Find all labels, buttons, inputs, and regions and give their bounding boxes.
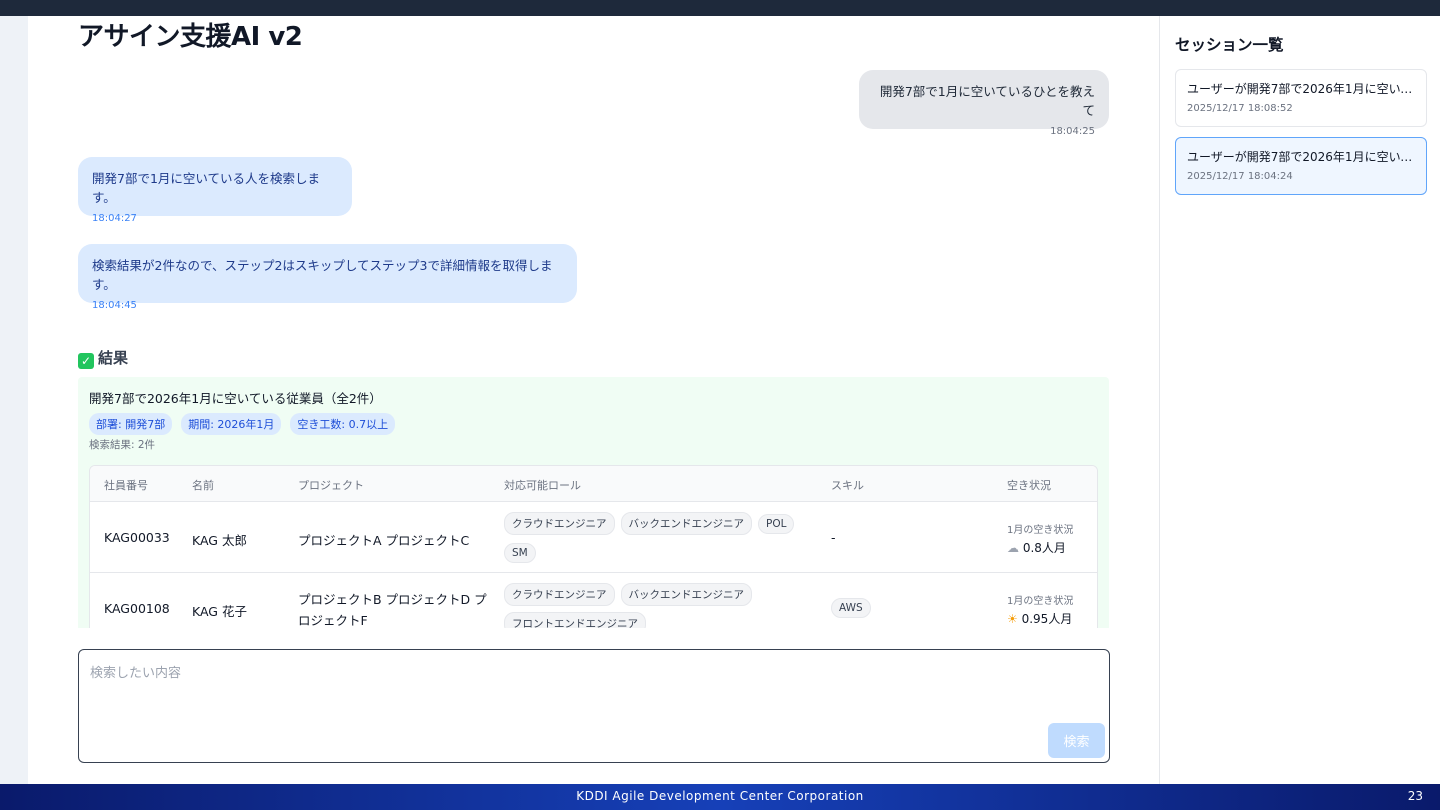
sun-icon: ☀ <box>1007 612 1018 626</box>
check-mark-icon: ✓ <box>78 353 94 369</box>
table-row: KAG00108 KAG 花子 プロジェクトB プロジェクトD プロジェクトF … <box>90 573 1097 628</box>
employee-skills: - <box>831 530 836 545</box>
skill-chip: AWS <box>831 598 871 618</box>
employee-name: KAG 花子 <box>192 604 247 619</box>
message-text: 検索結果が2件なので、ステップ2はスキップしてステップ3で詳細情報を取得します。 <box>92 258 553 292</box>
page-title: アサイン支援AI v2 <box>78 22 303 52</box>
session-date: 2025/12/17 18:04:24 <box>1187 171 1293 182</box>
result-heading: ✓ 結果 <box>78 347 128 369</box>
user-message: 開発7部で1月に空いているひとを教えて 18:04:25 <box>859 70 1109 137</box>
employee-id: KAG00108 <box>104 601 170 616</box>
skill-chip-wrap: AWS <box>831 598 877 624</box>
column-header: スキル <box>831 479 864 492</box>
result-table: 社員番号 名前 プロジェクト 対応可能ロール スキル 空き状況 KAG00033… <box>89 465 1098 628</box>
chat-area[interactable]: アサイン支援AI v2 開発7部で1月に空いているひとを教えて 18:04:25… <box>28 16 1159 628</box>
search-input-box: 検索 <box>78 649 1110 763</box>
result-card: 開発7部で2026年1月に空いている従業員（全2件） 部署: 開発7部 期間: … <box>78 377 1109 628</box>
cloud-icon: ☁ <box>1007 541 1019 555</box>
filter-tag: 期間: 2026年1月 <box>181 413 282 435</box>
main-panel: アサイン支援AI v2 開発7部で1月に空いているひとを教えて 18:04:25… <box>28 16 1159 784</box>
session-title: ユーザーが開発7部で2026年1月に空いているひとを教えて <box>1187 150 1415 164</box>
column-header: 空き状況 <box>1007 479 1051 492</box>
role-chip: SM <box>504 543 536 563</box>
role-chip: バックエンドエンジニア <box>620 583 752 606</box>
session-sidebar: セッション一覧 ユーザーが開発7部で2026年1月に空いているひとを教えて 20… <box>1159 16 1440 784</box>
page-number: 23 <box>1407 789 1423 803</box>
availability-value-line: ☀ 0.95人月 <box>1007 610 1073 627</box>
filter-tag: 空き工数: 0.7以上 <box>290 413 396 435</box>
session-item[interactable]: ユーザーが開発7部で2026年1月に空いているひとを教えて 2025/12/17… <box>1175 69 1427 127</box>
employee-name: KAG 太郎 <box>192 533 247 548</box>
role-chip: フロントエンドエンジニア <box>504 612 646 628</box>
message-time: 18:04:45 <box>92 300 137 311</box>
table-row: KAG00033 KAG 太郎 プロジェクトA プロジェクトC クラウドエンジニ… <box>90 502 1097 573</box>
search-input[interactable] <box>79 650 1109 762</box>
slide-footer: KDDI Agile Development Center Corporatio… <box>0 784 1440 810</box>
availability-value: 0.8人月 <box>1022 541 1066 555</box>
result-count: 検索結果: 2件 <box>89 439 156 451</box>
availability-value-line: ☁ 0.8人月 <box>1007 539 1073 556</box>
filter-tags: 部署: 開発7部 期間: 2026年1月 空き工数: 0.7以上 <box>89 413 396 435</box>
column-header: 対応可能ロール <box>504 479 581 492</box>
column-header: プロジェクト <box>298 479 364 492</box>
result-title: 開発7部で2026年1月に空いている従業員（全2件） <box>89 391 382 406</box>
employee-projects: プロジェクトB プロジェクトD プロジェクトF <box>298 592 487 628</box>
availability-label: 1月の空き状況 <box>1007 525 1074 536</box>
ai-message: 開発7部で1月に空いている人を検索します。 18:04:27 <box>78 157 352 224</box>
role-chip: クラウドエンジニア <box>504 512 615 535</box>
availability: 1月の空き状況 ☁ 0.8人月 <box>1007 521 1073 556</box>
role-chip: POL <box>758 514 795 534</box>
column-header: 名前 <box>192 479 214 492</box>
message-text: 開発7部で1月に空いている人を検索します。 <box>92 171 321 205</box>
employee-projects: プロジェクトA プロジェクトC <box>298 533 470 548</box>
message-time: 18:04:25 <box>1050 126 1095 137</box>
top-bar <box>0 0 1440 16</box>
message-time: 18:04:27 <box>92 213 137 224</box>
role-chips: クラウドエンジニア バックエンドエンジニアフロントエンドエンジニア <box>504 583 804 628</box>
search-button[interactable]: 検索 <box>1048 723 1105 758</box>
sidebar-title: セッション一覧 <box>1175 36 1284 54</box>
result-heading-text: 結果 <box>98 349 129 367</box>
role-chip: クラウドエンジニア <box>504 583 615 606</box>
role-chips: クラウドエンジニア バックエンドエンジニア POL SM <box>504 512 804 569</box>
message-text: 開発7部で1月に空いているひとを教えて <box>879 84 1095 118</box>
left-margin <box>0 16 28 784</box>
table-header: 社員番号 名前 プロジェクト 対応可能ロール スキル 空き状況 <box>90 466 1097 502</box>
availability-value: 0.95人月 <box>1021 612 1073 626</box>
session-title: ユーザーが開発7部で2026年1月に空いているひとを教えて <box>1187 82 1415 96</box>
session-item-active[interactable]: ユーザーが開発7部で2026年1月に空いているひとを教えて 2025/12/17… <box>1175 137 1427 195</box>
availability-label: 1月の空き状況 <box>1007 596 1074 607</box>
column-header: 社員番号 <box>104 479 148 492</box>
availability: 1月の空き状況 ☀ 0.95人月 <box>1007 592 1073 627</box>
filter-tag: 部署: 開発7部 <box>89 413 173 435</box>
ai-message: 検索結果が2件なので、ステップ2はスキップしてステップ3で詳細情報を取得します。… <box>78 244 577 311</box>
session-date: 2025/12/17 18:08:52 <box>1187 103 1293 114</box>
employee-id: KAG00033 <box>104 530 170 545</box>
role-chip: バックエンドエンジニア <box>620 512 752 535</box>
company-name: KDDI Agile Development Center Corporatio… <box>576 789 864 803</box>
